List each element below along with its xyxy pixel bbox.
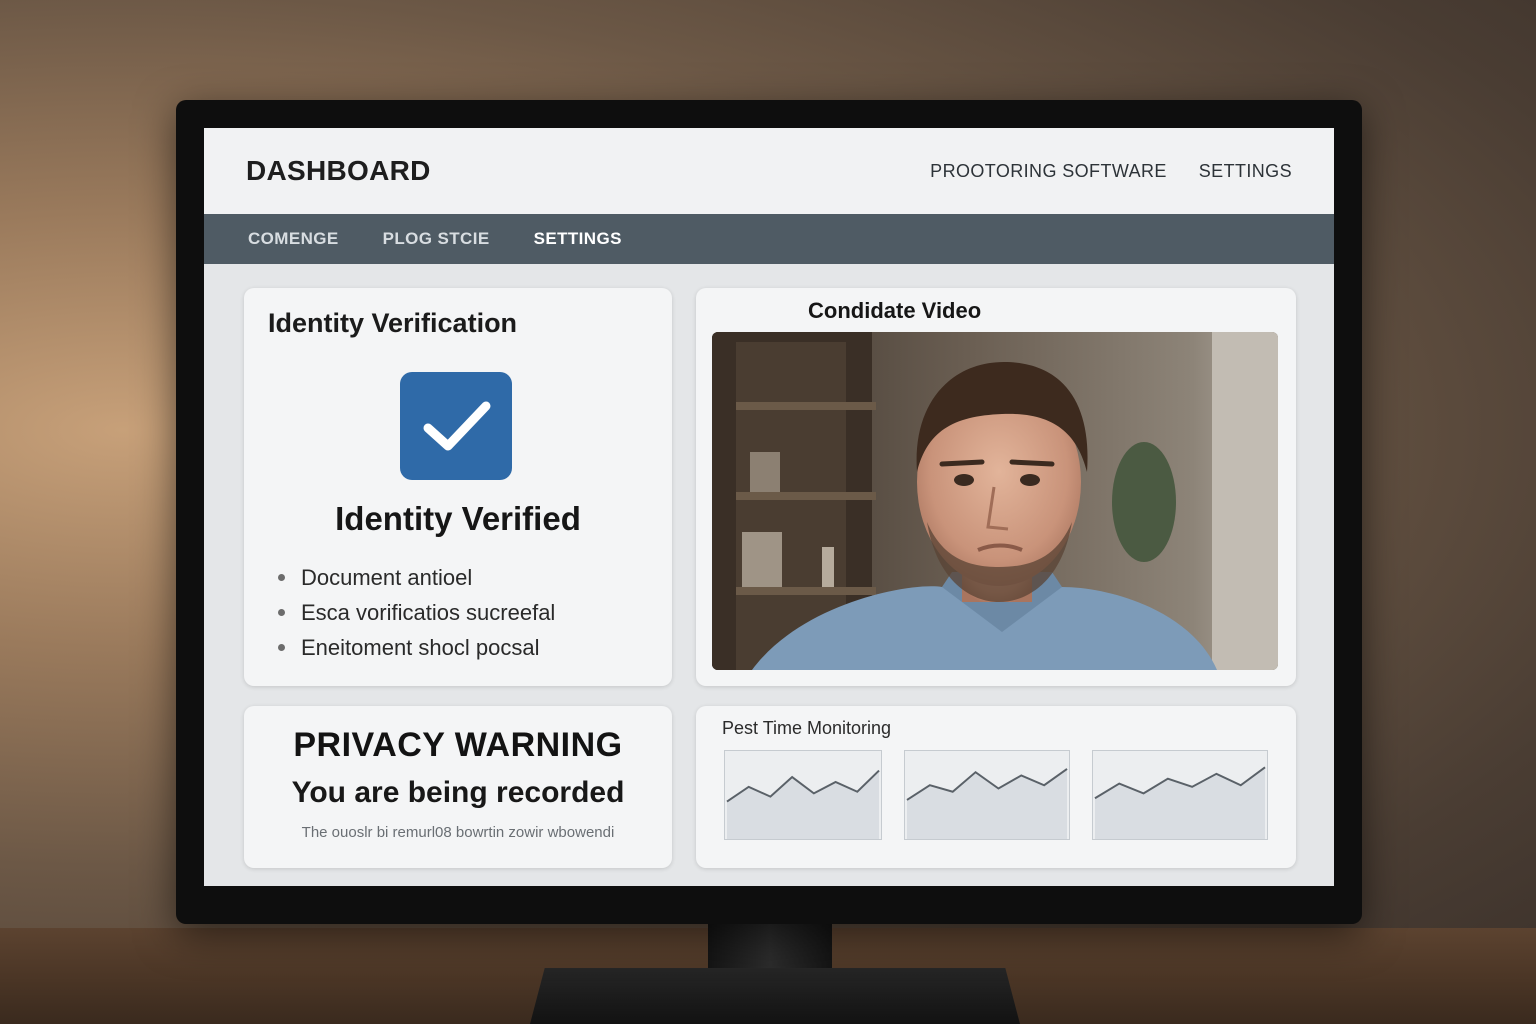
- monitor-stand-base: [530, 968, 1020, 1024]
- list-item: Document antioel: [278, 560, 555, 595]
- tab-plog-stcie[interactable]: PLOG STCIE: [383, 229, 490, 249]
- monitoring-graph: [904, 750, 1070, 840]
- verified-badge: [400, 372, 512, 480]
- monitoring-graph: [1092, 750, 1268, 840]
- monitor-screen: DASHBOARD PROOTORING SOFTWARE SETTINGS C…: [204, 128, 1334, 886]
- list-item: Esca vorificatios sucreefal: [278, 595, 555, 630]
- privacy-warning-title: PRIVACY WARNING: [293, 726, 623, 764]
- monitoring-title: Pest Time Monitoring: [722, 718, 892, 738]
- bullet-icon: [278, 644, 285, 651]
- candidate-video-image: [712, 332, 1278, 670]
- sparkline-area: [726, 770, 880, 839]
- nav-bar: COMENGE PLOG STCIE SETTINGS: [204, 214, 1334, 264]
- verification-check-list: Document antioel Esca vorificatios sucre…: [278, 560, 555, 665]
- top-link-settings[interactable]: SETTINGS: [1199, 161, 1292, 182]
- check-item-label: Eneitoment shocl pocsal: [301, 634, 540, 660]
- sparkline-chart: [1094, 766, 1266, 839]
- sparkline-area: [1094, 767, 1266, 839]
- top-link-proctoring-software[interactable]: PROOTORING SOFTWARE: [930, 161, 1167, 182]
- privacy-warning-subtitle: You are being recorded: [291, 776, 625, 809]
- candidate-video-feed[interactable]: [712, 332, 1278, 670]
- tab-comenge[interactable]: COMENGE: [248, 229, 339, 249]
- identity-verification-card: Identity Verification Identity Verified …: [244, 288, 672, 686]
- identity-card-title: Identity Verification: [268, 308, 518, 338]
- bullet-icon: [278, 574, 285, 581]
- check-item-label: Document antioel: [301, 564, 473, 590]
- list-item: Eneitoment shocl pocsal: [278, 630, 555, 665]
- candidate-video-card: Condidate Video: [696, 288, 1296, 686]
- sparkline-chart: [906, 768, 1068, 839]
- monitoring-graph: [724, 750, 882, 840]
- bullet-icon: [278, 609, 285, 616]
- checkmark-icon: [423, 401, 491, 451]
- privacy-warning-note: The ouoslr bi remurl08 bowrtin zowir wbo…: [301, 824, 615, 841]
- app-title: DASHBOARD: [246, 155, 431, 186]
- privacy-warning-card: PRIVACY WARNING You are being recorded T…: [244, 706, 672, 868]
- monitoring-card: Pest Time Monitoring: [696, 706, 1296, 868]
- video-card-title: Condidate Video: [808, 298, 982, 323]
- top-bar: DASHBOARD PROOTORING SOFTWARE SETTINGS: [204, 128, 1334, 214]
- identity-status: Identity Verified: [335, 500, 581, 537]
- top-links: PROOTORING SOFTWARE SETTINGS: [930, 161, 1292, 182]
- sparkline-chart: [726, 769, 880, 839]
- tab-settings[interactable]: SETTINGS: [534, 229, 622, 249]
- check-item-label: Esca vorificatios sucreefal: [301, 599, 556, 625]
